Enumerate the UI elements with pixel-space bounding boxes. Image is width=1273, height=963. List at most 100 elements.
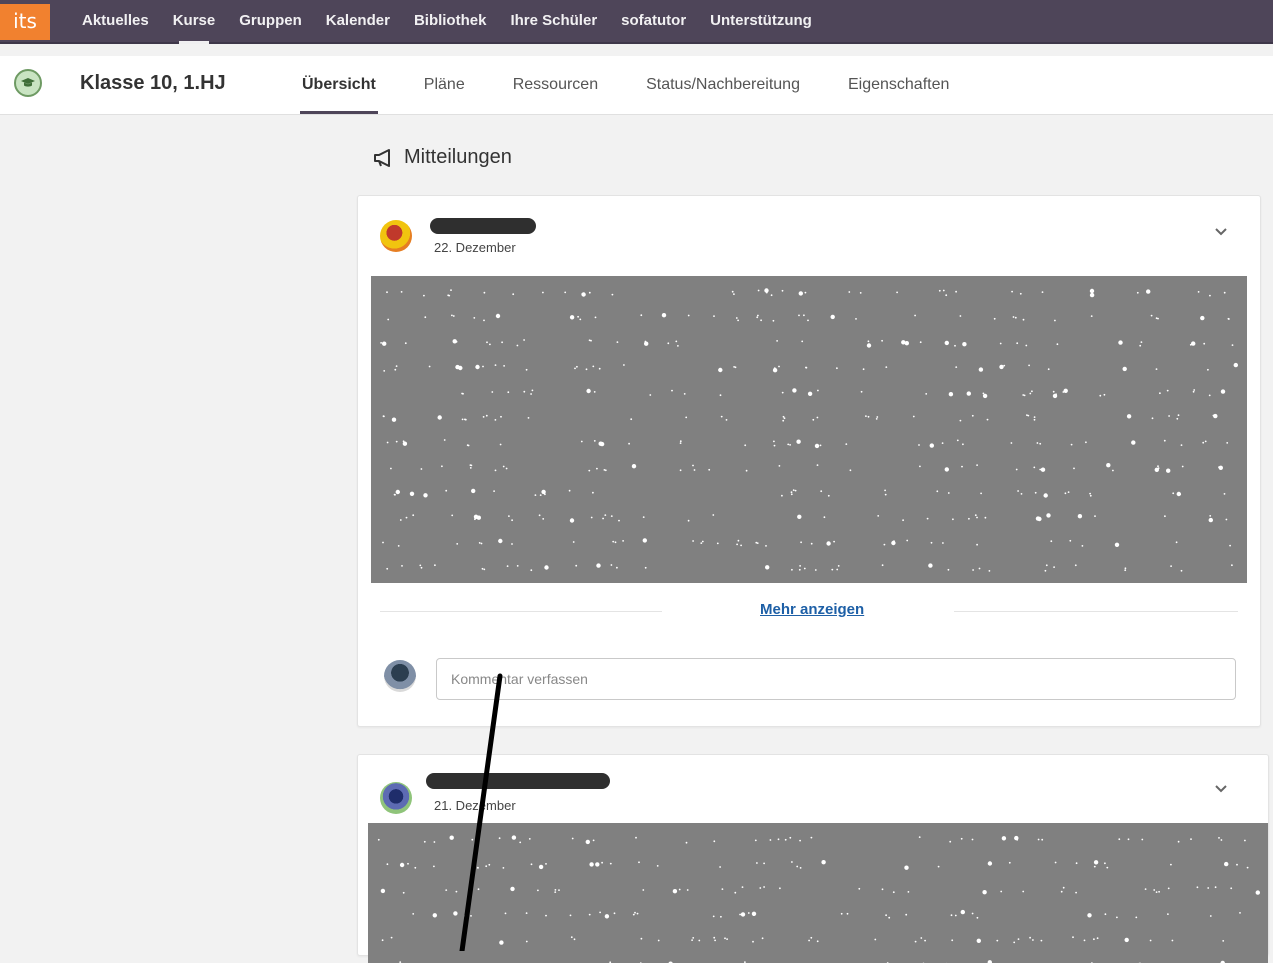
noise-dot: [473, 490, 475, 492]
noise-dot: [960, 315, 962, 317]
noise-dot: [976, 464, 978, 466]
announcements-heading: Mitteilungen: [372, 146, 512, 169]
noise-dot: [972, 569, 974, 571]
noise-dot: [1179, 494, 1181, 496]
nav-item-gruppen[interactable]: Gruppen: [227, 0, 314, 42]
noise-dot: [589, 292, 591, 294]
nav-item-unterstuetzung[interactable]: Unterstützung: [698, 0, 824, 42]
noise-dot: [1091, 315, 1093, 317]
noise-dot: [486, 415, 488, 417]
tab-uebersicht[interactable]: Übersicht: [300, 56, 378, 114]
noise-dot: [594, 391, 596, 393]
author-avatar[interactable]: [380, 782, 412, 814]
noise-dot: [1011, 442, 1013, 444]
noise-dot: [530, 569, 532, 571]
noise-dot: [1028, 365, 1030, 367]
tab-status-nachbereitung[interactable]: Status/Nachbereitung: [644, 56, 802, 114]
noise-dot: [826, 541, 830, 545]
nav-item-kalender[interactable]: Kalender: [314, 0, 402, 42]
noise-dot: [945, 467, 949, 471]
tab-eigenschaften[interactable]: Eigenschaften: [846, 56, 951, 114]
app-logo[interactable]: its: [0, 4, 50, 40]
noise-dot: [928, 563, 932, 567]
noise-dot: [615, 541, 617, 543]
noise-dot: [1118, 838, 1120, 840]
noise-dot: [1172, 940, 1174, 942]
tab-plaene[interactable]: Pläne: [422, 56, 467, 114]
noise-dot: [1221, 839, 1223, 841]
chevron-down-icon[interactable]: [1212, 222, 1230, 240]
noise-dot: [787, 444, 789, 446]
tab-ressourcen[interactable]: Ressourcen: [511, 56, 600, 114]
noise-dot: [444, 439, 446, 441]
nav-item-aktuelles[interactable]: Aktuelles: [70, 0, 161, 42]
noise-dot: [450, 836, 454, 840]
noise-dot: [564, 292, 566, 294]
noise-dot: [806, 367, 808, 369]
noise-dot: [1068, 491, 1070, 493]
noise-dot: [540, 494, 542, 496]
noise-dot: [576, 366, 578, 368]
nav-item-ihre-schueler[interactable]: Ihre Schüler: [498, 0, 609, 42]
noise-dot: [495, 470, 497, 472]
noise-dot: [999, 365, 1003, 369]
noise-dot: [980, 493, 982, 495]
author-avatar[interactable]: [380, 220, 412, 252]
noise-dot: [677, 345, 679, 347]
noise-dot: [686, 842, 688, 844]
noise-dot: [820, 445, 822, 447]
noise-dot: [604, 514, 606, 516]
noise-dot: [805, 292, 807, 294]
noise-dot: [1038, 839, 1040, 841]
noise-dot: [925, 393, 927, 395]
noise-dot: [488, 864, 490, 866]
noise-dot: [1125, 567, 1127, 569]
comment-input[interactable]: [436, 658, 1236, 700]
noise-dot: [423, 493, 427, 497]
noise-dot: [383, 416, 385, 418]
nav-item-sofatutor[interactable]: sofatutor: [609, 0, 698, 42]
show-more-link[interactable]: Mehr anzeigen: [760, 601, 864, 618]
noise-dot: [1164, 515, 1166, 517]
noise-dot: [643, 538, 647, 542]
noise-dot: [789, 444, 791, 446]
nav-item-kurse[interactable]: Kurse: [161, 0, 228, 42]
noise-dot: [484, 292, 486, 294]
noise-dot: [1075, 564, 1077, 566]
noise-dot: [914, 315, 916, 317]
noise-dot: [756, 316, 758, 318]
noise-dot: [635, 837, 637, 839]
noise-dot: [774, 445, 776, 447]
chevron-down-icon[interactable]: [1212, 779, 1230, 797]
noise-dot: [967, 391, 971, 395]
noise-dot: [1167, 390, 1169, 392]
noise-dot: [594, 440, 596, 442]
divider: [380, 611, 662, 612]
show-more-row: Mehr anzeigen: [380, 599, 1238, 623]
noise-dot: [592, 492, 594, 494]
noise-dot: [791, 861, 793, 863]
noise-dot: [915, 941, 917, 943]
noise-dot: [961, 910, 965, 914]
noise-dot: [680, 469, 682, 471]
noise-dot: [1029, 937, 1031, 939]
noise-dot: [778, 366, 780, 368]
noise-dot: [1159, 392, 1161, 394]
noise-dot: [1094, 860, 1098, 864]
noise-dot: [596, 468, 598, 470]
noise-dot: [714, 940, 716, 942]
noise-dot: [691, 939, 693, 941]
noise-dot: [781, 495, 783, 497]
noise-dot: [632, 464, 636, 468]
noise-dot: [445, 889, 447, 891]
noise-dot: [526, 941, 528, 943]
noise-dot: [1014, 836, 1018, 840]
noise-dot: [407, 863, 409, 865]
noise-dot: [1157, 318, 1159, 320]
noise-dot: [1053, 566, 1055, 568]
noise-dot: [811, 543, 813, 545]
noise-dot: [579, 319, 581, 321]
noise-dot: [1064, 389, 1068, 393]
nav-item-bibliothek[interactable]: Bibliothek: [402, 0, 499, 42]
noise-dot: [421, 567, 423, 569]
